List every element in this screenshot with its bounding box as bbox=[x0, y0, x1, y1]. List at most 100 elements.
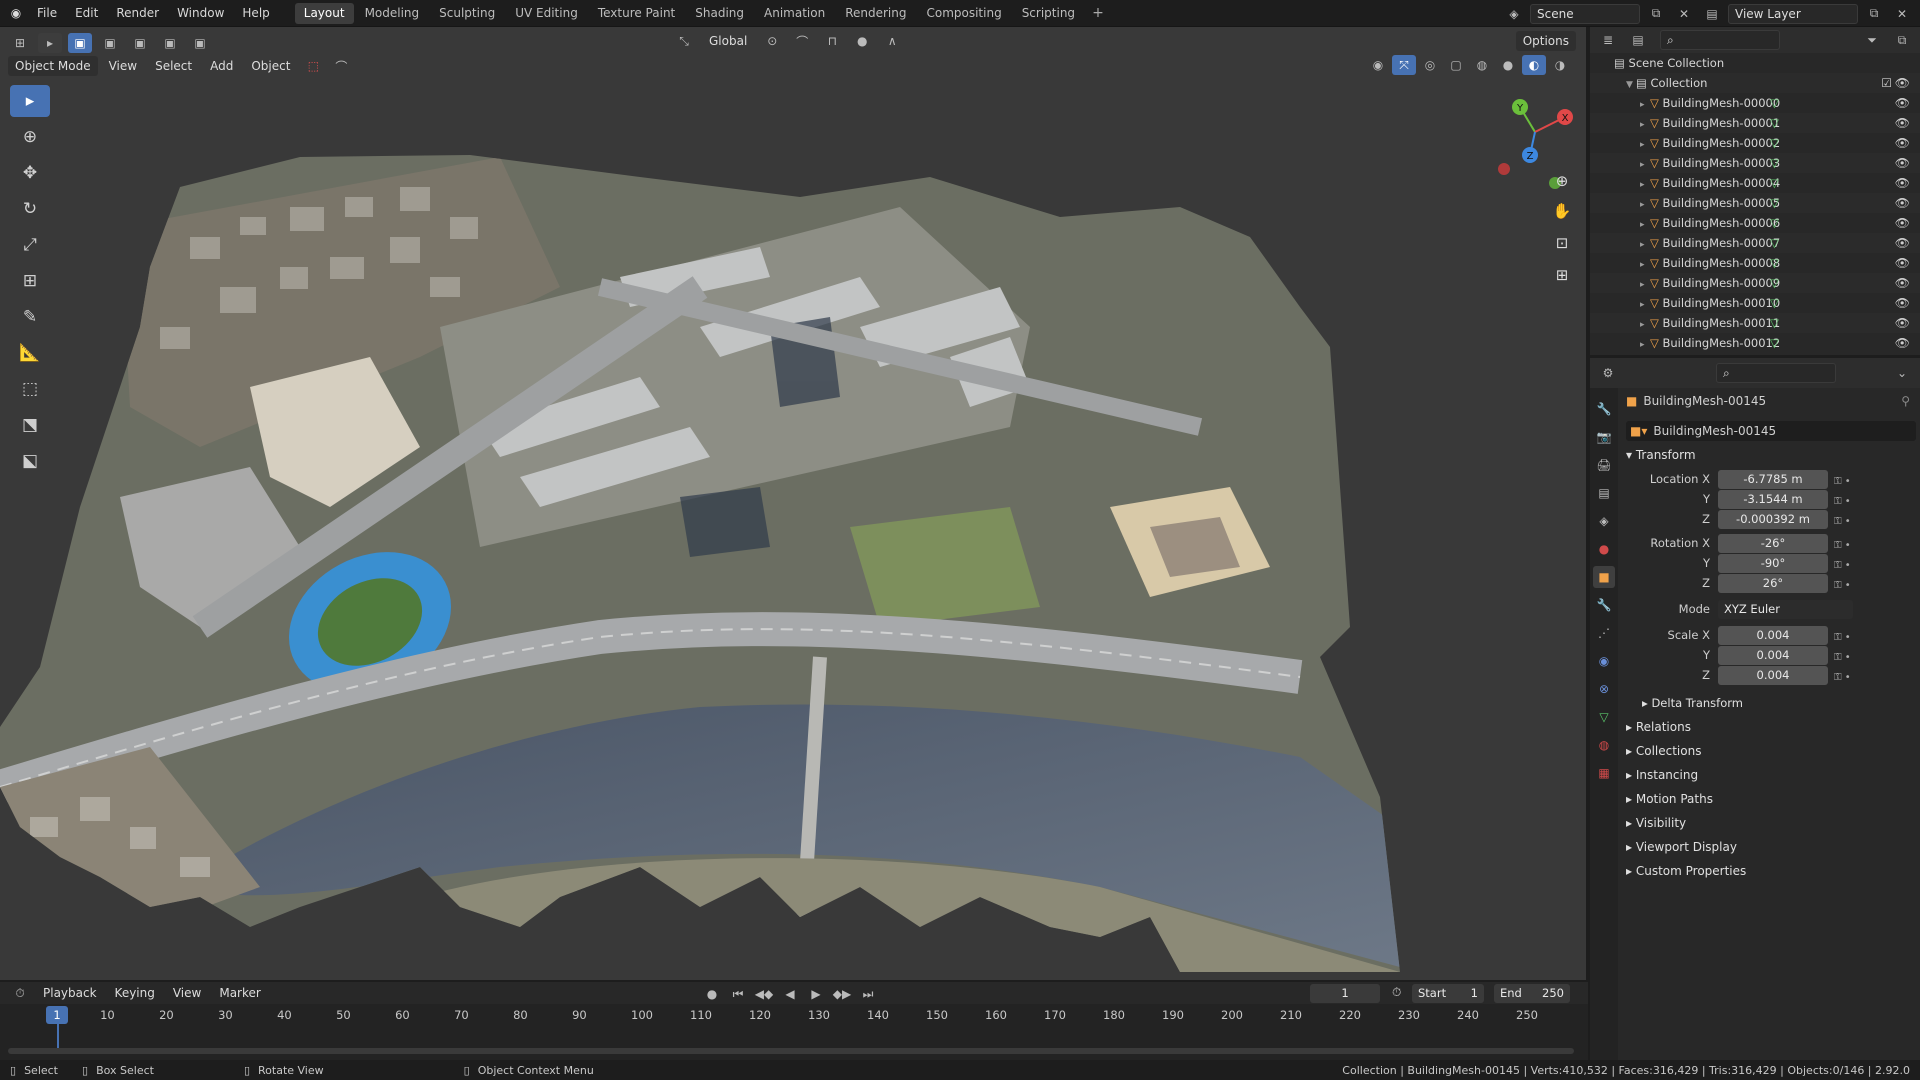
gizmo-neg-x-axis[interactable] bbox=[1498, 163, 1510, 175]
rotation-mode-dropdown[interactable]: XYZ Euler bbox=[1718, 600, 1853, 619]
delete-scene-icon[interactable]: ✕ bbox=[1672, 4, 1696, 24]
mesh-data-icon[interactable]: ▽ bbox=[1770, 253, 1779, 273]
outliner-row[interactable]: ▸ ▽ BuildingMesh-00002 ▽ 👁 bbox=[1590, 133, 1920, 153]
scene-icon[interactable]: ◈ bbox=[1502, 4, 1526, 24]
scale-lock-icons[interactable]: ⚿ • ⚿ • ⚿ • bbox=[1834, 628, 1851, 688]
collapse-chevron-icon[interactable]: ▼ bbox=[1626, 75, 1636, 95]
panel-header-viewport-display[interactable]: ▸ Viewport Display bbox=[1626, 840, 1737, 854]
play-reverse-icon[interactable]: ◀ bbox=[778, 984, 802, 1004]
measure-tool-icon[interactable]: 📐 bbox=[10, 337, 50, 369]
menu-marker[interactable]: Marker bbox=[212, 983, 267, 1003]
eye-icon[interactable]: 👁 bbox=[1895, 273, 1910, 293]
snap-curve-icon[interactable]: ⌒ bbox=[329, 56, 353, 76]
panel-header-custom-properties[interactable]: ▸ Custom Properties bbox=[1626, 864, 1746, 878]
tab-animation[interactable]: Animation bbox=[755, 3, 834, 24]
view-layer-icon[interactable]: ▤ bbox=[1700, 4, 1724, 24]
visibility-icon[interactable]: ◉ bbox=[1366, 55, 1390, 75]
eye-icon[interactable]: 👁 bbox=[1895, 253, 1910, 273]
expand-chevron-icon[interactable]: ▸ bbox=[1640, 315, 1650, 335]
falloff-icon[interactable]: ∧ bbox=[880, 31, 904, 51]
outliner-row[interactable]: ▸ ▽ BuildingMesh-00011 ▽ 👁 bbox=[1590, 313, 1920, 333]
outliner-row[interactable]: ▸ ▽ BuildingMesh-00010 ▽ 👁 bbox=[1590, 293, 1920, 313]
select-box-tool-icon[interactable]: ▸ bbox=[10, 85, 50, 117]
snap-target-icon[interactable]: ⊓ bbox=[820, 31, 844, 51]
play-icon[interactable]: ▶ bbox=[804, 984, 828, 1004]
timeline-ruler[interactable]: 1102030405060708090100110120130140150160… bbox=[0, 1004, 1588, 1060]
transform-orientation-dropdown[interactable]: Global bbox=[702, 31, 754, 51]
select-box-mode-icon[interactable]: ▣ bbox=[68, 33, 92, 53]
prev-keyframe-icon[interactable]: ◀◆ bbox=[752, 984, 776, 1004]
start-frame-field[interactable]: Start 1 bbox=[1412, 984, 1484, 1003]
scale-tool-icon[interactable]: ⤢ bbox=[10, 229, 50, 261]
expand-chevron-icon[interactable]: ▸ bbox=[1640, 115, 1650, 135]
location-y-field[interactable]: -3.1544 m bbox=[1718, 490, 1828, 509]
transform-panel-header[interactable]: ▾ Transform bbox=[1626, 448, 1696, 462]
exclude-checkbox[interactable]: ☑ bbox=[1881, 73, 1892, 93]
cursor-tool-icon[interactable]: ⊕ bbox=[10, 121, 50, 153]
outliner-row[interactable]: ▸ ▽ BuildingMesh-00001 ▽ 👁 bbox=[1590, 113, 1920, 133]
delete-view-layer-icon[interactable]: ✕ bbox=[1890, 4, 1914, 24]
material-tab-icon[interactable]: ◍ bbox=[1593, 734, 1615, 756]
tab-rendering[interactable]: Rendering bbox=[836, 3, 915, 24]
mesh-data-icon[interactable]: ▽ bbox=[1770, 333, 1779, 353]
mesh-data-icon[interactable]: ▽ bbox=[1770, 233, 1779, 253]
tab-sculpting[interactable]: Sculpting bbox=[430, 3, 504, 24]
xray-icon[interactable]: ▢ bbox=[1444, 55, 1468, 75]
physics-tab-icon[interactable]: ◉ bbox=[1593, 650, 1615, 672]
scene-collection-row[interactable]: ▤ Scene Collection bbox=[1590, 53, 1920, 73]
scene-field[interactable]: Scene bbox=[1530, 3, 1640, 24]
outliner-row[interactable]: ▸ ▽ BuildingMesh-00012 ▽ 👁 bbox=[1590, 333, 1920, 353]
overlay-icon[interactable]: ◎ bbox=[1418, 55, 1442, 75]
mesh-data-icon[interactable]: ▽ bbox=[1770, 173, 1779, 193]
editor-type-icon[interactable]: ⊞ bbox=[8, 33, 32, 53]
outliner-row[interactable]: ▸ ▽ BuildingMesh-00005 ▽ 👁 bbox=[1590, 193, 1920, 213]
shear-tool-icon[interactable]: ⬔ bbox=[10, 409, 50, 441]
end-frame-field[interactable]: End 250 bbox=[1494, 984, 1570, 1003]
menu-add[interactable]: Add bbox=[203, 56, 240, 76]
tab-modeling[interactable]: Modeling bbox=[356, 3, 429, 24]
extra-tool-icon[interactable]: ⬕ bbox=[10, 445, 50, 477]
mesh-data-icon[interactable]: ▽ bbox=[1770, 93, 1779, 113]
record-icon[interactable]: ● bbox=[700, 984, 724, 1004]
scale-z-field[interactable]: 0.004 bbox=[1718, 666, 1828, 685]
expand-chevron-icon[interactable]: ▸ bbox=[1640, 215, 1650, 235]
scale-x-field[interactable]: 0.004 bbox=[1718, 626, 1828, 645]
location-z-field[interactable]: -0.000392 m bbox=[1718, 510, 1828, 529]
output-tab-icon[interactable]: 🖨 bbox=[1593, 454, 1615, 476]
eye-icon[interactable]: 👁 bbox=[1895, 113, 1910, 133]
object-datablock-field[interactable]: ■▾ BuildingMesh-00145 bbox=[1626, 421, 1916, 441]
properties-editor-icon[interactable]: ⚙ bbox=[1596, 363, 1620, 383]
eye-icon[interactable]: 👁 bbox=[1895, 313, 1910, 333]
location-x-field[interactable]: -6.7785 m bbox=[1718, 470, 1828, 489]
blender-logo-icon[interactable]: ◉ bbox=[4, 3, 28, 23]
object-tab-icon[interactable]: ■ bbox=[1593, 566, 1615, 588]
mesh-data-icon[interactable]: ▽ bbox=[1770, 293, 1779, 313]
pin-icon[interactable]: ⚲ bbox=[1901, 394, 1910, 408]
new-view-layer-icon[interactable]: ⧉ bbox=[1862, 4, 1886, 24]
modifier-tab-icon[interactable]: 🔧 bbox=[1593, 594, 1615, 616]
constraints-tab-icon[interactable]: ⊗ bbox=[1593, 678, 1615, 700]
add-cube-tool-icon[interactable]: ⬚ bbox=[10, 373, 50, 405]
eye-icon[interactable]: 👁 bbox=[1895, 333, 1910, 353]
properties-search-input[interactable]: ⌕ bbox=[1716, 363, 1836, 383]
outliner-row[interactable]: ▸ ▽ BuildingMesh-00003 ▽ 👁 bbox=[1590, 153, 1920, 173]
tab-texture-paint[interactable]: Texture Paint bbox=[589, 3, 684, 24]
menu-edit[interactable]: Edit bbox=[66, 0, 107, 27]
menu-object[interactable]: Object bbox=[244, 56, 297, 76]
delta-transform-header[interactable]: ▸ Delta Transform bbox=[1642, 696, 1743, 710]
panel-header-relations[interactable]: ▸ Relations bbox=[1626, 720, 1691, 734]
tab-compositing[interactable]: Compositing bbox=[917, 3, 1010, 24]
collection-row[interactable]: ▼ ▤ Collection ☑ 👁 bbox=[1590, 73, 1920, 93]
pan-hand-icon[interactable]: ✋ bbox=[1548, 197, 1576, 225]
expand-chevron-icon[interactable]: ▸ bbox=[1640, 235, 1650, 255]
rotation-y-field[interactable]: -90° bbox=[1718, 554, 1828, 573]
transform-affect-icon[interactable]: ⬚ bbox=[301, 56, 325, 76]
tool-tab-icon[interactable]: 🔧 bbox=[1593, 398, 1615, 420]
rotation-lock-icons[interactable]: ⚿ • ⚿ • ⚿ • bbox=[1834, 536, 1851, 596]
rotation-x-field[interactable]: -26° bbox=[1718, 534, 1828, 553]
jump-end-icon[interactable]: ⏭ bbox=[856, 984, 880, 1004]
eye-icon[interactable]: 👁 bbox=[1895, 293, 1910, 313]
pivot-point-icon[interactable]: ⊙ bbox=[760, 31, 784, 51]
outliner-row[interactable]: ▸ ▽ BuildingMesh-00009 ▽ 👁 bbox=[1590, 273, 1920, 293]
outliner-row[interactable]: ▸ ▽ BuildingMesh-00000 ▽ 👁 bbox=[1590, 93, 1920, 113]
